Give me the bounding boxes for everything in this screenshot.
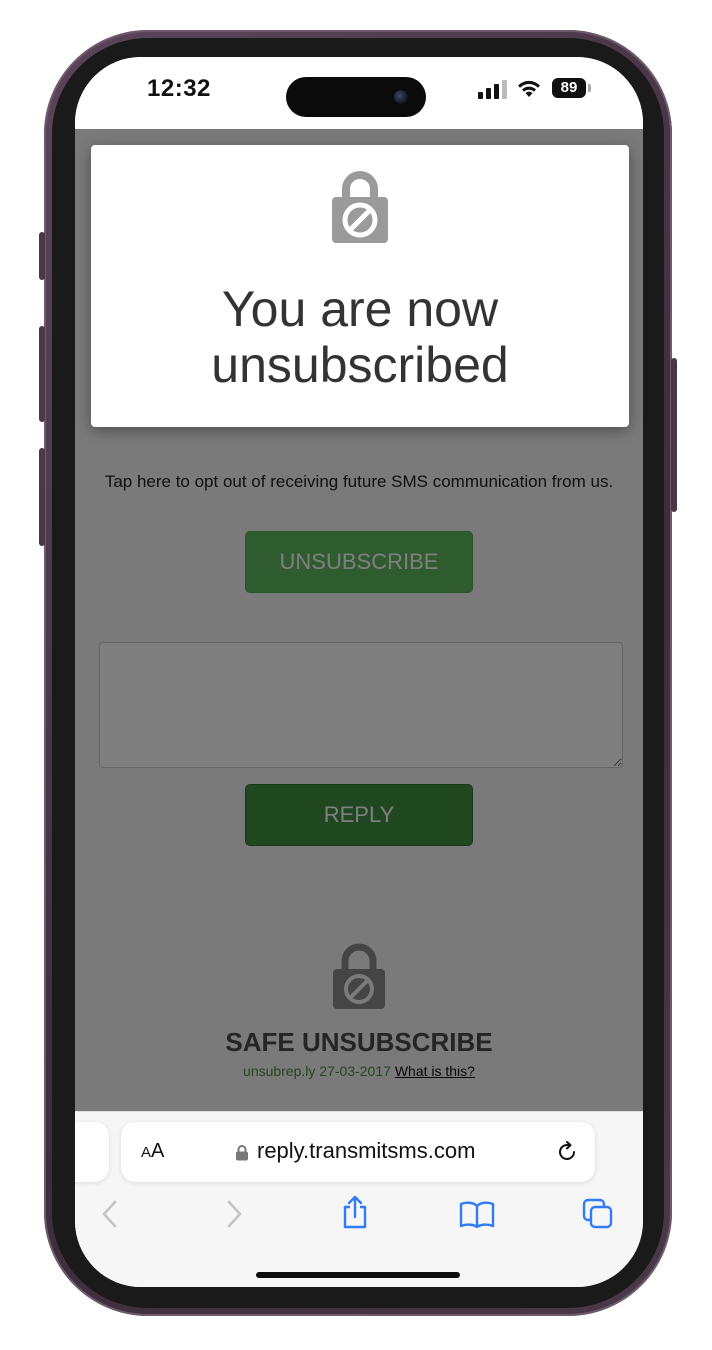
text-size-small-a: A	[141, 1144, 152, 1161]
lock-icon	[236, 1145, 248, 1161]
share-icon[interactable]	[341, 1194, 369, 1230]
wifi-icon	[518, 80, 540, 97]
message-line-1: You are now	[221, 281, 499, 337]
reload-icon[interactable]	[555, 1140, 579, 1164]
text-size-button[interactable]: AA	[141, 1140, 164, 1163]
back-icon[interactable]	[99, 1198, 121, 1230]
message-line-2: unsubscribed	[211, 337, 509, 393]
battery-indicator: 89	[552, 78, 586, 98]
volume-up-button	[39, 326, 45, 422]
url-text[interactable]: reply.transmitsms.com	[257, 1138, 475, 1164]
unsubscribed-message: You are now unsubscribed	[91, 281, 629, 393]
text-size-large-a: A	[151, 1140, 165, 1162]
dynamic-island	[286, 77, 426, 117]
cellular-signal-icon	[478, 79, 508, 99]
front-camera	[394, 90, 408, 104]
address-bar[interactable]: AA reply.transmitsms.com	[121, 1122, 595, 1182]
status-time: 12:32	[147, 75, 211, 102]
bookmarks-icon[interactable]	[459, 1200, 495, 1228]
phone-screen: 12:32 89 Tap here to opt out of receivin…	[75, 57, 643, 1287]
home-indicator[interactable]	[256, 1272, 460, 1278]
tabs-icon[interactable]	[582, 1198, 614, 1230]
forward-icon[interactable]	[223, 1198, 245, 1230]
status-bar: 12:32 89	[75, 57, 643, 129]
volume-down-button	[39, 448, 45, 546]
action-button	[39, 232, 45, 280]
browser-bottom-bar: AA reply.transmitsms.com	[75, 1111, 643, 1287]
previous-tab-peek[interactable]	[75, 1122, 109, 1182]
power-button	[671, 358, 677, 512]
web-page: Tap here to opt out of receiving future …	[75, 129, 643, 1112]
lock-blocked-icon	[332, 171, 388, 243]
unsubscribed-modal: You are now unsubscribed	[91, 145, 629, 427]
battery-tip	[588, 84, 591, 92]
